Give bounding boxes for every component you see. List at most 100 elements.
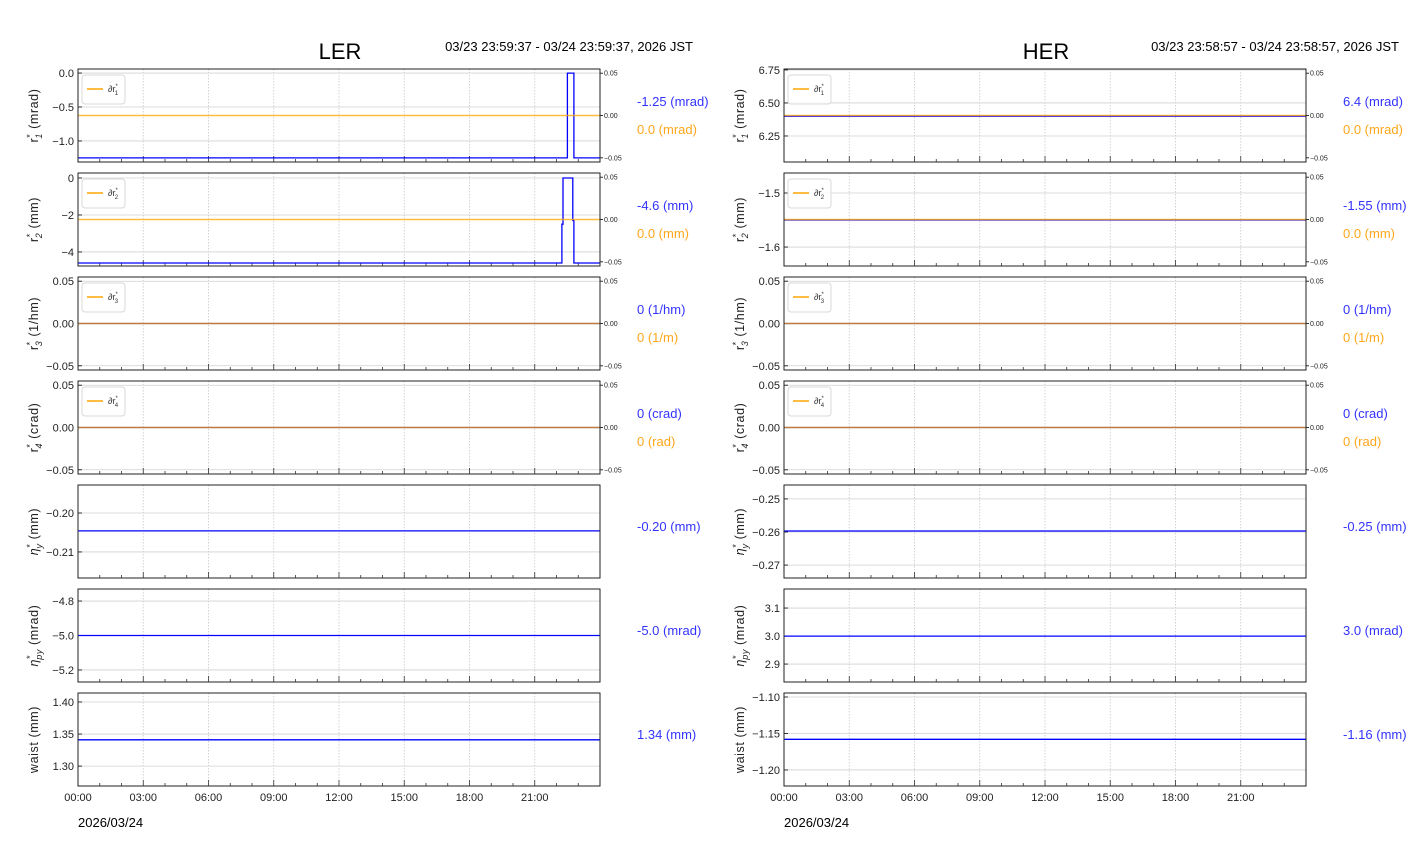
x-tick-label: 15:00 (390, 792, 418, 804)
delta-readout: 0.0 (mrad) (637, 122, 697, 137)
y-tick-label: 1.30 (53, 761, 74, 773)
x-tick-label: 18:00 (1162, 792, 1190, 804)
x-tick-label: 00:00 (770, 792, 798, 804)
panel-2: −1.5 −1.6 0.05 0.00 −0.05 ∂r* 2 0.0 (mm) -1.55 (… (731, 172, 1407, 267)
y-tick-label: −0.26 (752, 527, 780, 539)
panel-1: 6.75 6.50 6.25 0.05 0.00 −0.05 ∂r* 1 0.0 (mrad) 6… (731, 65, 1403, 163)
delta-readout: 0 (1/m) (1343, 330, 1384, 345)
x-tick-label: 12:00 (1031, 792, 1059, 804)
right-y-tick-label: 0.05 (1310, 279, 1324, 286)
chart-title: LER (319, 39, 362, 64)
y-tick-label: 6.25 (759, 131, 780, 143)
y-tick-label: −5.0 (52, 631, 74, 643)
right-y-tick-label: 0.05 (604, 175, 618, 182)
y-tick-label: −1.15 (752, 728, 780, 740)
delta-readout: 0 (1/m) (637, 330, 678, 345)
y-tick-label: 6.50 (759, 98, 780, 110)
y-axis-label: r*2 (mm) (731, 197, 750, 242)
right-y-tick-label: 0.05 (604, 279, 618, 286)
y-label-unit: (mm) (27, 197, 41, 233)
y-label-unit: (mrad) (27, 89, 41, 133)
y-tick-label: −1.5 (758, 188, 780, 200)
y-axis-label: η*py (mrad) (731, 605, 750, 667)
chart-title: HER (1023, 39, 1069, 64)
x-tick-label: 12:00 (325, 792, 353, 804)
y-label-unit: (mm) (27, 508, 41, 544)
right-y-tick-label: 0.00 (604, 425, 618, 432)
y-tick-label: −0.5 (52, 102, 74, 114)
panel-3: 0.05 0.00 −0.05 0.05 0.00 −0.05 ∂r* 3 0 (1/m) 0 (… (731, 276, 1391, 373)
panel-6: 3.1 3.0 2.9 3.0 (mrad) η*py (mrad) (731, 588, 1403, 683)
y-tick-label: −0.05 (46, 465, 74, 477)
x-tick-label: 09:00 (966, 792, 994, 804)
y-axis-label: r*1 (mrad) (25, 89, 44, 143)
y-label-unit: (1/hm) (733, 297, 747, 341)
value-readout: 0 (crad) (637, 406, 682, 421)
value-readout: -0.25 (mm) (1343, 519, 1407, 534)
y-axis-label: r*3 (1/hm) (25, 297, 44, 350)
right-y-tick-label: 0.00 (1310, 425, 1324, 432)
y-tick-label: 0.00 (759, 319, 780, 331)
y-tick-label: 0.05 (53, 276, 74, 288)
value-readout: -1.25 (mrad) (637, 94, 709, 109)
y-axis-label: η*y (mm) (25, 508, 44, 555)
y-tick-label: −0.21 (46, 547, 74, 559)
x-tick-label: 21:00 (1227, 792, 1255, 804)
y-axis-label: r*4 (crad) (25, 403, 44, 453)
y-label-unit: (mm) (733, 508, 747, 544)
x-tick-label: 15:00 (1096, 792, 1124, 804)
y-tick-label: 0 (68, 173, 74, 185)
y-tick-label: 0.05 (759, 380, 780, 392)
y-tick-label: 0.05 (759, 276, 780, 288)
time-range: 03/23 23:58:57 - 03/24 23:58:57, 2026 JS… (1151, 39, 1399, 54)
value-readout: 3.0 (mrad) (1343, 623, 1403, 638)
panel-2: 0 −2 −4 0.05 0.00 −0.05 ∂r* 2 0.0 (mm) -4.6 (mm) r… (25, 172, 693, 267)
right-y-tick-label: −0.05 (1310, 259, 1328, 266)
y-tick-label: 2.9 (765, 659, 780, 671)
delta-readout: 0.0 (mm) (637, 226, 689, 241)
value-readout: 0 (1/hm) (637, 302, 685, 317)
panel-4: 0.05 0.00 −0.05 0.05 0.00 −0.05 ∂r* 4 0 (rad) 0 (… (731, 380, 1388, 477)
y-tick-label: −1.0 (52, 136, 74, 148)
right-y-tick-label: −0.05 (604, 467, 622, 474)
y-label-unit: (mm) (733, 706, 747, 742)
y-axis-label: η*y (mm) (731, 508, 750, 555)
y-axis-label: η*py (mrad) (25, 605, 44, 667)
date-label: 2026/03/24 (78, 815, 143, 830)
y-tick-label: −0.05 (752, 465, 780, 477)
ler-chart: LER 03/23 23:59:37 - 03/24 23:59:37, 2026… (25, 39, 709, 830)
y-tick-label: −1.6 (758, 242, 780, 254)
legend: ∂r* 2 (81, 178, 126, 209)
y-tick-label: 3.0 (765, 631, 780, 643)
y-tick-label: −4 (61, 247, 74, 259)
value-readout: 6.4 (mrad) (1343, 94, 1403, 109)
y-tick-label: −1.20 (752, 765, 780, 777)
legend: ∂r* 4 (787, 386, 832, 417)
y-label-unit: (mm) (27, 706, 41, 742)
right-y-tick-label: 0.05 (1310, 383, 1324, 390)
legend: ∂r* 1 (81, 74, 126, 105)
y-tick-label: −0.20 (46, 508, 74, 520)
panel-6: −4.8 −5.0 −5.2 -5.0 (mrad) η*py (mrad) (25, 588, 701, 683)
delta-readout: 0 (rad) (637, 434, 675, 449)
y-axis-label: r*2 (mm) (25, 197, 44, 242)
y-tick-label: −0.27 (752, 560, 780, 572)
y-label-sub: py (34, 649, 44, 661)
right-y-tick-label: 0.05 (604, 71, 618, 78)
delta-readout: 0.0 (mrad) (1343, 122, 1403, 137)
y-axis-label: r*4 (crad) (731, 403, 750, 453)
y-label-unit: (1/hm) (27, 297, 41, 341)
y-tick-label: 0.05 (53, 380, 74, 392)
value-readout: -4.6 (mm) (637, 198, 693, 213)
y-tick-label: 1.35 (53, 729, 74, 741)
y-tick-label: −1.10 (752, 692, 780, 704)
beam-monitor-figure: LER 03/23 23:59:37 - 03/24 23:59:37, 2026… (25, 39, 1407, 830)
panel-3: 0.05 0.00 −0.05 0.05 0.00 −0.05 ∂r* 3 0 (1/m) 0 (… (25, 276, 685, 373)
y-tick-label: 0.00 (759, 423, 780, 435)
right-y-tick-label: 0.00 (1310, 321, 1324, 328)
x-tick-label: 03:00 (129, 792, 157, 804)
y-label-unit: (mrad) (27, 605, 41, 649)
right-y-tick-label: 0.00 (604, 217, 618, 224)
value-readout: -1.55 (mm) (1343, 198, 1407, 213)
y-label-symbol: waist (733, 742, 747, 774)
